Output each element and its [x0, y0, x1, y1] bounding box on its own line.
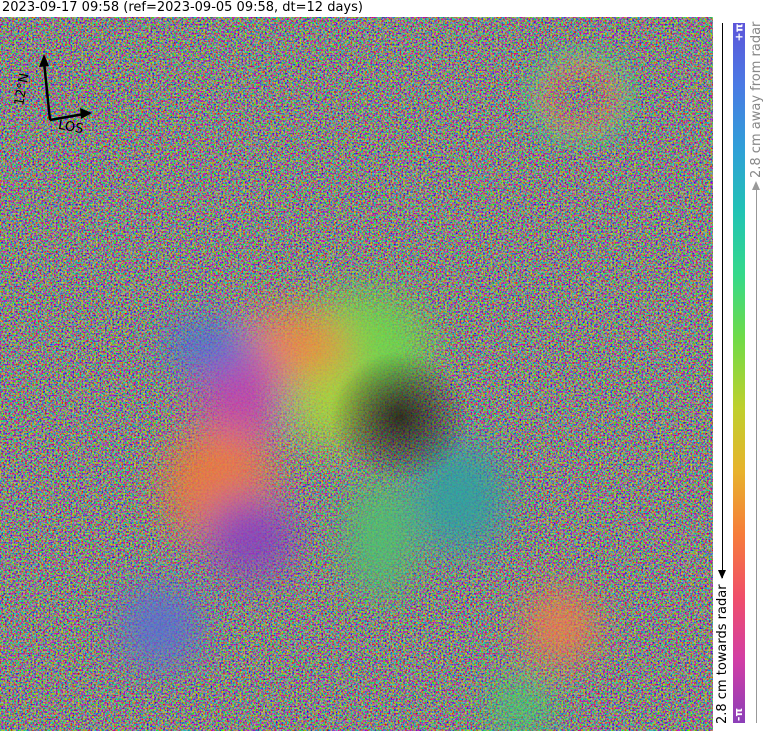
compass: 12°N LOS [12, 48, 104, 144]
interferogram-map [0, 17, 713, 731]
towards-radar-label: 2.8 cm towards radar [715, 584, 730, 724]
away-arrow-line [756, 190, 757, 723]
towards-arrow-line [722, 23, 723, 578]
arrow-up-icon [752, 181, 760, 190]
colorbar-max-label: +π [732, 23, 746, 41]
arrow-down-icon [718, 570, 726, 579]
interferogram-image [0, 17, 713, 731]
colorbar-min-label: -π [732, 707, 746, 721]
away-from-radar-label: 2.8 cm away from radar [749, 21, 764, 178]
phase-colorbar [733, 23, 745, 723]
image-title: 2023-09-17 09:58 (ref=2023-09-05 09:58, … [2, 0, 363, 15]
